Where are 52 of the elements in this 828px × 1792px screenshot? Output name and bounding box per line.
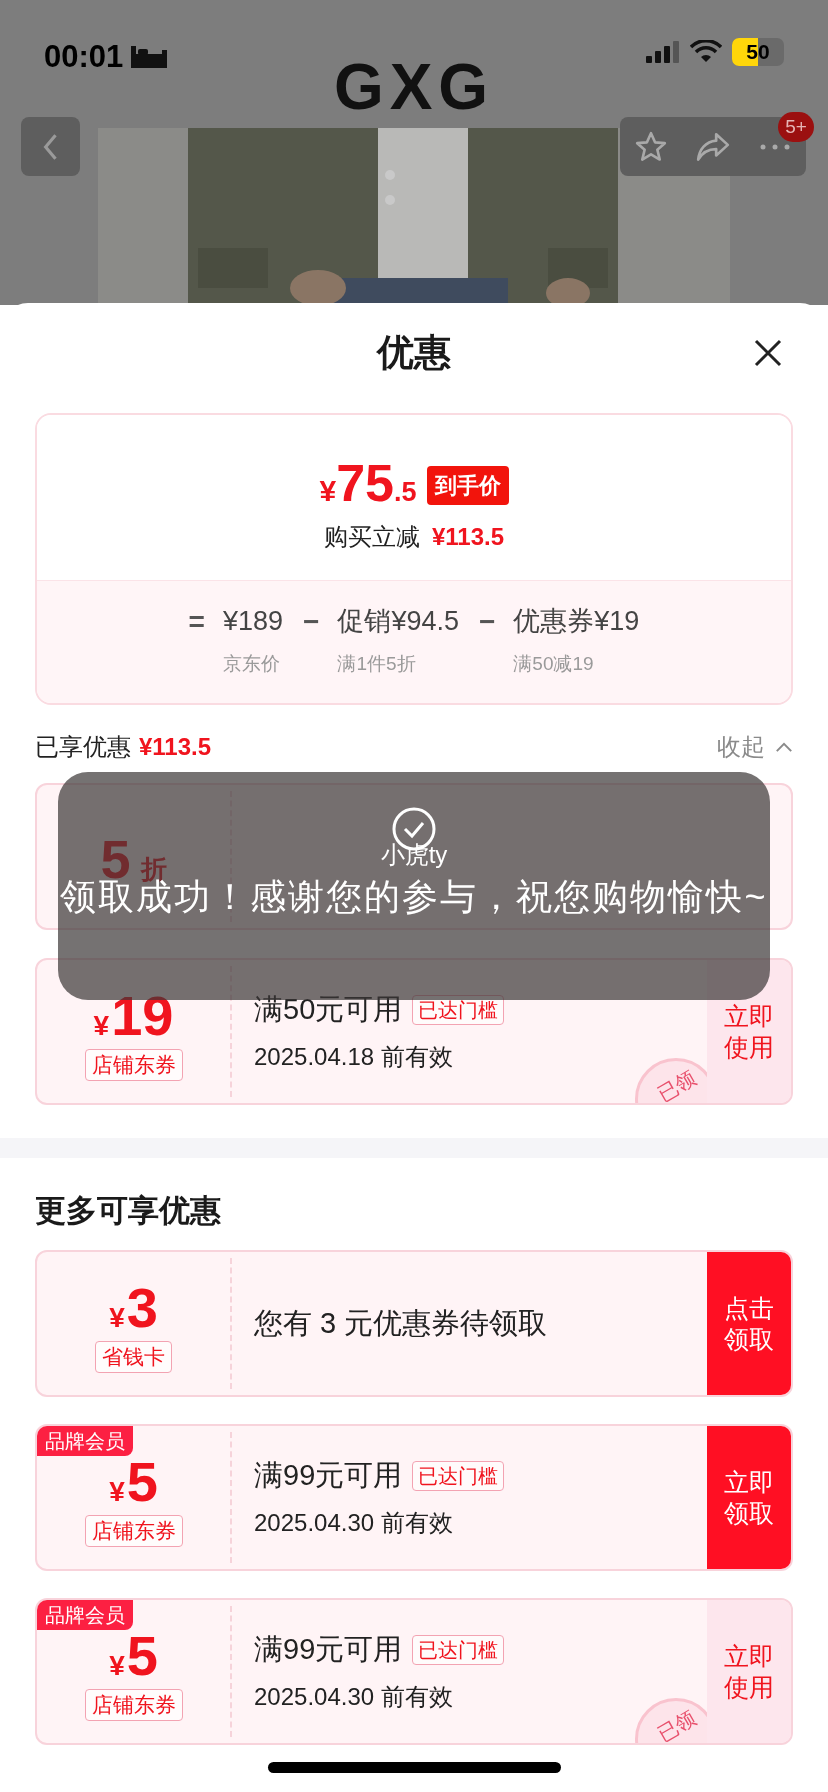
- bed-icon: [131, 46, 168, 69]
- section-title: 更多可享优惠: [35, 1192, 222, 1230]
- battery-level: 50: [746, 39, 770, 66]
- member-tag: 品牌会员: [37, 1600, 133, 1630]
- chevron-left-icon: [41, 131, 60, 162]
- coupon-title: 满99元可用: [254, 1631, 403, 1667]
- star-icon: [634, 129, 668, 164]
- claim-button[interactable]: 点击领取: [707, 1252, 791, 1395]
- section-label: 已享优惠: [35, 732, 131, 762]
- claim-button[interactable]: 立即领取: [707, 1426, 791, 1569]
- total-saving: ¥113.5: [139, 732, 212, 762]
- price-component: 促销¥94.5: [337, 605, 459, 638]
- signal-icon: [646, 41, 680, 63]
- coupon-title: 您有 3 元优惠券待领取: [254, 1305, 548, 1341]
- notification-badge: 5+: [778, 112, 814, 142]
- more-icon: [760, 143, 790, 150]
- operator-sign: −: [478, 605, 496, 639]
- coupon-title: 满50元可用: [254, 991, 403, 1027]
- coupon-type-tag: 店铺东券: [84, 1515, 183, 1547]
- brand-logo: GXG: [333, 52, 495, 122]
- price-note: 满50减19: [513, 651, 595, 676]
- saving-label: 购买立减: [323, 522, 420, 552]
- coupon-title: 满99元可用: [254, 1457, 403, 1493]
- coupon-type-tag: 店铺东券: [84, 1049, 183, 1081]
- operator-sign: −: [303, 605, 320, 639]
- threshold-badge: 已达门槛: [412, 1634, 505, 1665]
- sheet-title: 优惠: [377, 331, 451, 376]
- coupon-type-tag: 店铺东券: [84, 1689, 183, 1721]
- back-button[interactable]: [21, 117, 80, 176]
- validity-text: 2025.04.30 前有效: [254, 1682, 454, 1713]
- price-tag: 到手价: [426, 466, 509, 505]
- coupon-value: ¥3: [109, 1278, 158, 1339]
- operator-sign: =: [188, 605, 205, 639]
- status-time: 00:01: [44, 38, 124, 76]
- share-icon: [695, 130, 731, 163]
- close-icon: [753, 338, 783, 368]
- coupon-value: ¥19: [93, 986, 174, 1047]
- validity-text: 2025.04.30 前有效: [254, 1508, 454, 1539]
- coupon-type-tag: 省钱卡: [95, 1341, 172, 1373]
- collapse-toggle[interactable]: 收起: [717, 729, 793, 765]
- final-price: ¥75.5: [319, 455, 417, 513]
- price-note: 满1件5折: [337, 651, 417, 676]
- use-button[interactable]: 立即使用: [707, 1600, 791, 1743]
- saving-amount: ¥113.5: [431, 522, 505, 552]
- wifi-icon: [690, 40, 722, 64]
- threshold-badge: 已达门槛: [412, 1460, 505, 1491]
- member-tag: 品牌会员: [37, 1426, 133, 1456]
- price-note: 京东价: [222, 651, 281, 676]
- price-component: 优惠券¥19: [513, 605, 640, 638]
- validity-text: 2025.04.18 前有效: [254, 1042, 454, 1073]
- chevron-up-icon: [775, 741, 793, 753]
- price-component: ¥189: [222, 605, 284, 638]
